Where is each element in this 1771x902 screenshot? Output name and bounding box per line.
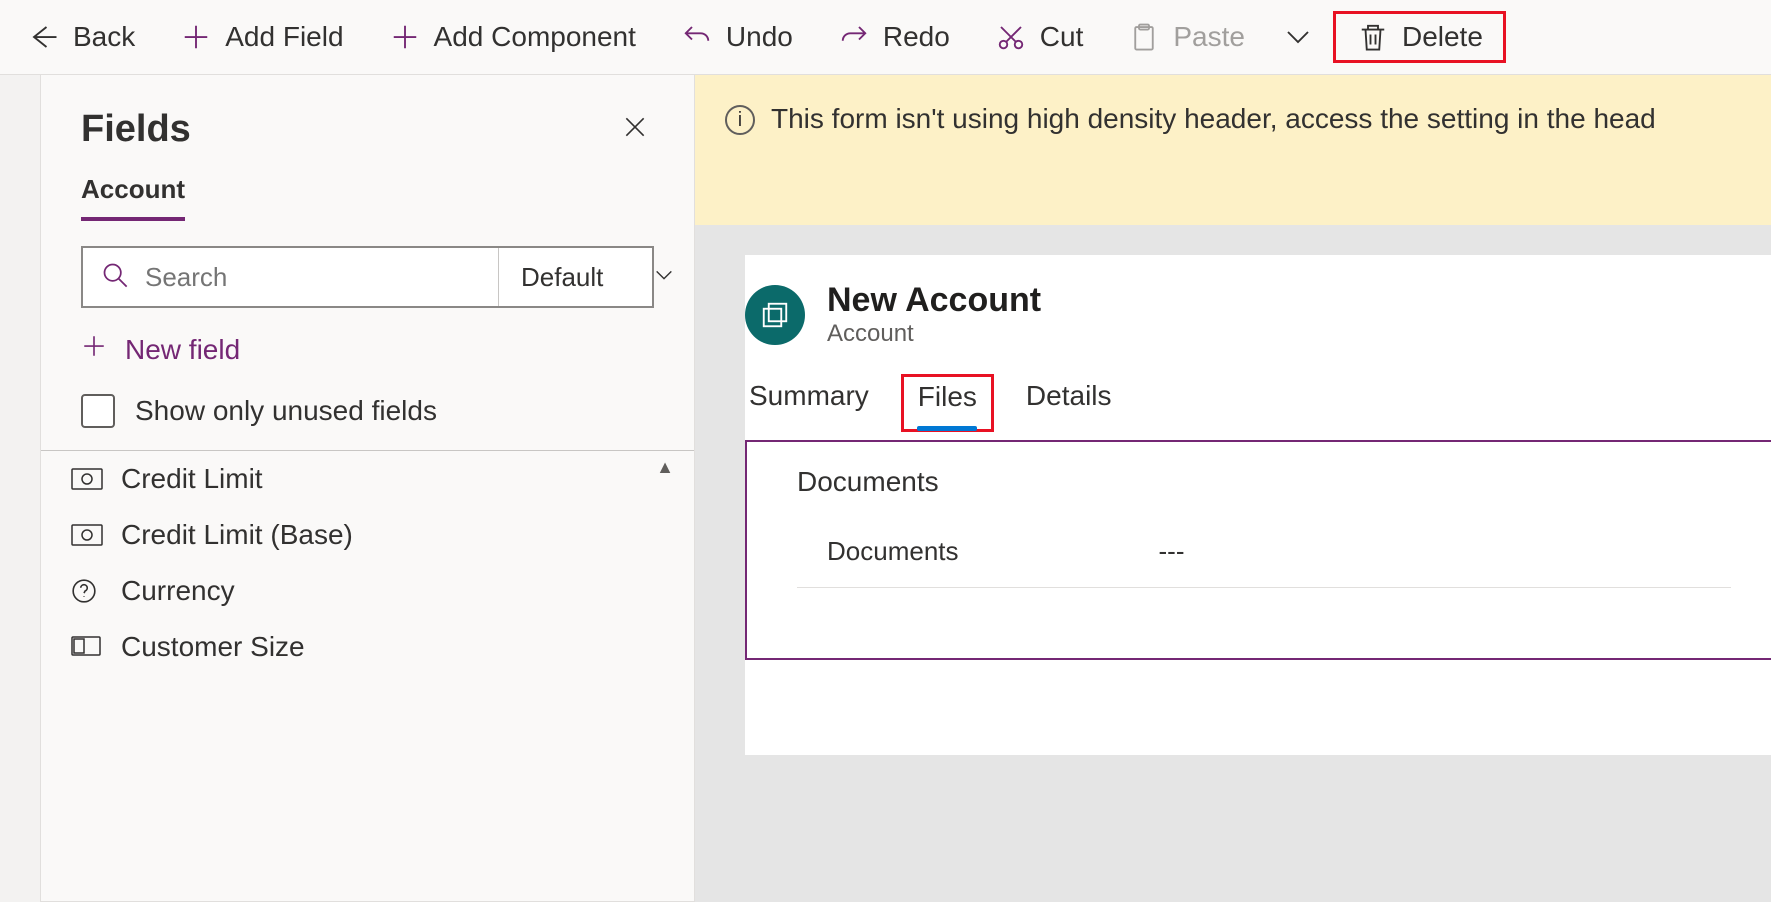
close-panel-button[interactable] — [616, 105, 654, 154]
add-field-button[interactable]: Add Field — [157, 10, 365, 64]
back-label: Back — [73, 21, 135, 53]
redo-button[interactable]: Redo — [815, 10, 972, 64]
notice-text: This form isn't using high density heade… — [771, 103, 1656, 135]
content-area: Fields Account Default — [0, 75, 1771, 902]
unused-fields-label: Show only unused fields — [135, 395, 437, 427]
panel-tabs: Account — [41, 164, 694, 221]
delete-button[interactable]: Delete — [1333, 11, 1506, 63]
field-item-credit-limit[interactable]: Credit Limit — [41, 451, 694, 507]
field-item-credit-limit-base[interactable]: Credit Limit (Base) — [41, 507, 694, 563]
paste-button[interactable]: Paste — [1105, 10, 1267, 64]
cut-label: Cut — [1040, 21, 1084, 53]
new-field-button[interactable]: New field — [41, 313, 694, 380]
row-label: Documents — [827, 536, 959, 567]
add-field-label: Add Field — [225, 21, 343, 53]
arrow-left-icon — [27, 20, 61, 54]
undo-icon — [680, 20, 714, 54]
form-header: New Account Account — [745, 255, 1771, 348]
form-title-block: New Account Account — [827, 281, 1041, 348]
dropdown-value: Default — [521, 262, 603, 293]
undo-label: Undo — [726, 21, 793, 53]
view-dropdown[interactable]: Default — [499, 248, 697, 306]
notice-bar: i This form isn't using high density hea… — [695, 75, 1771, 225]
chevron-down-icon — [1281, 20, 1315, 54]
panel-tab-account[interactable]: Account — [81, 174, 185, 221]
form-title: New Account — [827, 281, 1041, 320]
form-tabs: Summary Files Details — [745, 348, 1771, 432]
plus-icon — [179, 20, 213, 54]
currency-icon — [71, 521, 105, 549]
tab-summary[interactable]: Summary — [747, 374, 871, 432]
field-list: ▲ Credit Limit Credit Limit (Base) Curre… — [41, 451, 694, 675]
form-surface: New Account Account Summary Files Detail… — [745, 255, 1771, 755]
documents-region[interactable]: Documents Documents --- — [745, 440, 1771, 660]
field-item-currency[interactable]: Currency — [41, 563, 694, 619]
add-component-button[interactable]: Add Component — [366, 10, 658, 64]
chevron-down-icon — [653, 262, 675, 293]
toolbar: Back Add Field Add Component Undo Redo C… — [0, 0, 1771, 75]
field-item-customer-size[interactable]: Customer Size — [41, 619, 694, 675]
cut-button[interactable]: Cut — [972, 10, 1106, 64]
search-icon — [101, 261, 129, 294]
delete-label: Delete — [1402, 21, 1483, 53]
plus-icon — [388, 20, 422, 54]
paste-dropdown[interactable] — [1267, 10, 1329, 64]
panel-title: Fields — [81, 108, 191, 151]
field-label: Currency — [121, 575, 235, 607]
documents-row[interactable]: Documents --- — [797, 516, 1731, 588]
region-title: Documents — [797, 466, 1731, 498]
fields-panel: Fields Account Default — [40, 75, 695, 902]
option-icon — [71, 633, 105, 661]
field-label: Credit Limit (Base) — [121, 519, 353, 551]
unused-fields-toggle[interactable]: Show only unused fields — [41, 380, 694, 451]
checkbox-icon[interactable] — [81, 394, 115, 428]
row-value: --- — [1159, 536, 1185, 567]
paste-label: Paste — [1173, 21, 1245, 53]
panel-header: Fields — [41, 75, 694, 164]
add-component-label: Add Component — [434, 21, 636, 53]
trash-icon — [1356, 20, 1390, 54]
info-icon: i — [725, 105, 755, 135]
entity-icon — [745, 285, 805, 345]
currency-icon — [71, 465, 105, 493]
redo-icon — [837, 20, 871, 54]
search-area[interactable] — [83, 248, 499, 306]
clipboard-icon — [1127, 20, 1161, 54]
tab-details[interactable]: Details — [1024, 374, 1114, 432]
help-icon — [71, 577, 105, 605]
search-box: Default — [81, 246, 654, 308]
back-button[interactable]: Back — [5, 10, 157, 64]
redo-label: Redo — [883, 21, 950, 53]
form-canvas: i This form isn't using high density hea… — [695, 75, 1771, 902]
new-field-label: New field — [125, 334, 240, 366]
plus-icon — [81, 333, 107, 366]
form-subtitle: Account — [827, 320, 914, 347]
field-label: Customer Size — [121, 631, 305, 663]
undo-button[interactable]: Undo — [658, 10, 815, 64]
field-label: Credit Limit — [121, 463, 263, 495]
search-input[interactable] — [145, 262, 480, 293]
scroll-up-icon[interactable]: ▲ — [656, 457, 674, 478]
scissors-icon — [994, 20, 1028, 54]
search-row: Default — [41, 221, 694, 313]
tab-files[interactable]: Files — [901, 374, 994, 432]
